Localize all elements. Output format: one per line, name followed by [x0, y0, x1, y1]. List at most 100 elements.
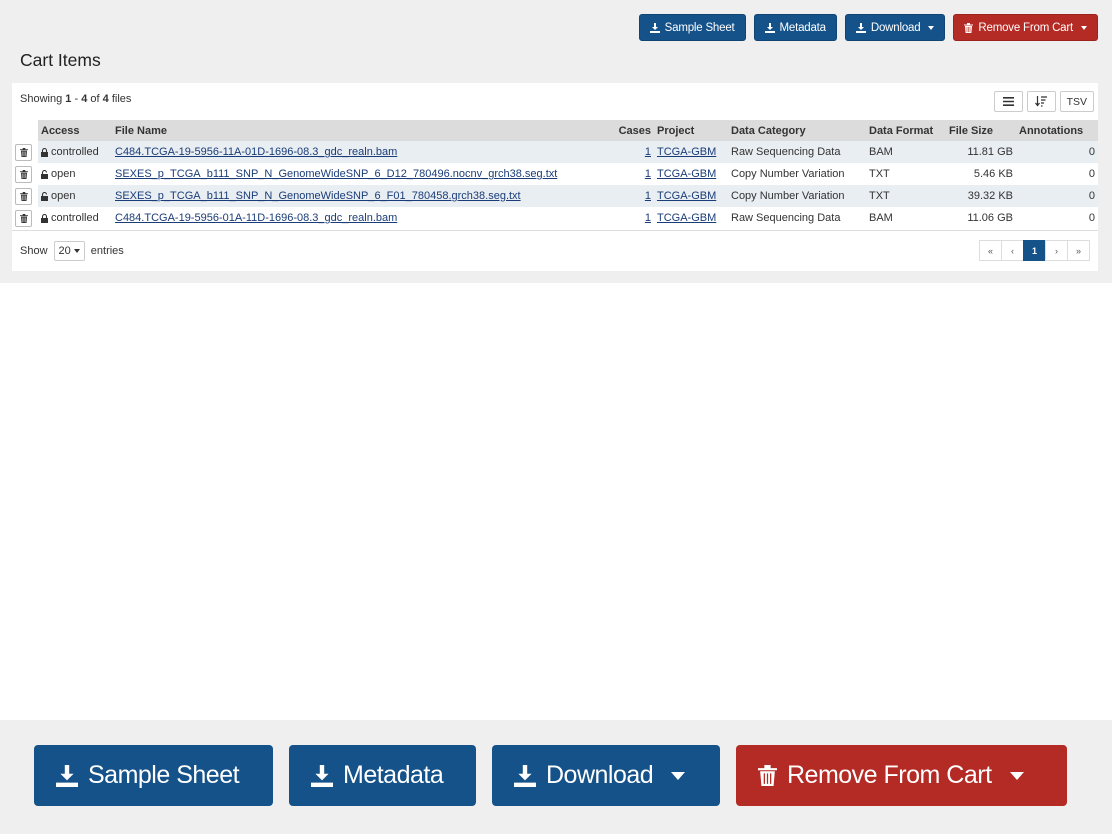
unlock-icon [41, 169, 48, 179]
caret-down-icon [1009, 771, 1024, 780]
cart-files-table: Access File Name Cases Project Data Cate… [12, 120, 1098, 229]
trash-icon [19, 147, 28, 157]
cases-link[interactable]: 1 [645, 212, 651, 224]
summary-end: 4 [81, 93, 88, 105]
summary-separator: - [74, 93, 79, 105]
data-category-cell: Raw Sequencing Data [728, 141, 866, 163]
access-value: controlled [51, 146, 99, 158]
project-link[interactable]: TCGA-GBM [657, 190, 716, 202]
last-page-button[interactable]: » [1067, 240, 1090, 261]
download-dropdown-button[interactable]: Download [492, 745, 720, 806]
access-value: open [51, 190, 76, 202]
data-category-cell: Copy Number Variation [728, 163, 866, 185]
remove-from-cart-button[interactable]: Remove From Cart [953, 14, 1098, 41]
download-icon [855, 22, 866, 33]
file-name-link[interactable]: SEXES_p_TCGA_b111_SNP_N_GenomeWideSNP_6_… [115, 190, 521, 202]
trash-icon [964, 22, 974, 33]
project-link[interactable]: TCGA-GBM [657, 146, 716, 158]
remove-file-button[interactable] [15, 187, 32, 205]
access-value: controlled [51, 212, 99, 224]
unlock-icon [41, 191, 48, 201]
remove-from-cart-label: Remove From Cart [978, 21, 1073, 34]
file-name-link[interactable]: SEXES_p_TCGA_b111_SNP_N_GenomeWideSNP_6_… [115, 168, 557, 180]
caret-down-icon [671, 771, 686, 780]
download-dropdown-button[interactable]: Download [844, 14, 946, 41]
header-cases[interactable]: Cases [615, 120, 654, 141]
sample-sheet-label: Sample Sheet [664, 21, 735, 34]
table-controls: TSV [993, 91, 1094, 112]
page-size-select[interactable]: 20 [53, 241, 85, 261]
next-page-button[interactable]: › [1045, 240, 1068, 261]
download-label: Download [870, 21, 921, 34]
download-label: Download [546, 761, 654, 789]
header-remove [12, 120, 38, 141]
metadata-button[interactable]: Metadata [753, 14, 837, 41]
header-project[interactable]: Project [654, 120, 728, 141]
cases-link[interactable]: 1 [645, 168, 651, 180]
annotations-cell: 0 [1016, 207, 1098, 229]
trash-icon [19, 169, 28, 179]
sample-sheet-button[interactable]: Sample Sheet [638, 14, 746, 41]
cart-page: Sample Sheet Metadata Download Remove Fr… [0, 0, 1112, 283]
data-format-cell: TXT [866, 185, 946, 207]
zoomed-toolbar-region: Sample Sheet Metadata Download Remove Fr… [0, 720, 1112, 834]
cases-link[interactable]: 1 [645, 190, 651, 202]
first-page-button[interactable]: « [979, 240, 1002, 261]
remove-file-button[interactable] [15, 165, 32, 183]
download-icon [764, 22, 775, 33]
column-toggle-button[interactable] [993, 91, 1023, 112]
download-icon [311, 764, 333, 787]
annotations-cell: 0 [1016, 141, 1098, 163]
data-format-cell: TXT [866, 163, 946, 185]
trash-icon [19, 213, 28, 223]
remove-file-button[interactable] [15, 143, 32, 161]
file-size-cell: 11.06 GB [946, 207, 1016, 229]
remove-file-button[interactable] [15, 209, 32, 227]
page-title: Cart Items [20, 50, 101, 70]
header-file-name[interactable]: File Name [112, 120, 616, 141]
table-row: open SEXES_p_TCGA_b111_SNP_N_GenomeWideS… [12, 163, 1098, 185]
entries-label: entries [90, 245, 124, 257]
lock-icon [41, 213, 48, 223]
show-label: Show [20, 245, 48, 257]
download-icon [649, 22, 660, 33]
pagination: « ‹ 1 › » [979, 240, 1090, 261]
table-header-row: Access File Name Cases Project Data Cate… [12, 120, 1098, 141]
data-format-cell: BAM [866, 207, 946, 229]
header-access[interactable]: Access [38, 120, 112, 141]
header-file-size[interactable]: File Size [946, 120, 1016, 141]
summary-start: 1 [65, 93, 72, 105]
caret-down-icon [73, 249, 80, 253]
access-value: open [51, 168, 76, 180]
header-data-category[interactable]: Data Category [728, 120, 866, 141]
header-data-format[interactable]: Data Format [866, 120, 946, 141]
summary-prefix: Showing [20, 93, 63, 105]
zoomed-cart-toolbar: Sample Sheet Metadata Download Remove Fr… [34, 745, 1067, 806]
prev-page-button[interactable]: ‹ [1001, 240, 1024, 261]
sample-sheet-button[interactable]: Sample Sheet [34, 745, 273, 806]
table-footer: Show 20 entries « ‹ 1 › » [12, 230, 1098, 270]
trash-icon [758, 765, 777, 786]
cases-link[interactable]: 1 [645, 146, 651, 158]
project-link[interactable]: TCGA-GBM [657, 168, 716, 180]
metadata-button[interactable]: Metadata [289, 745, 476, 806]
cart-toolbar: Sample Sheet Metadata Download Remove Fr… [638, 14, 1098, 41]
data-format-cell: BAM [866, 141, 946, 163]
file-size-cell: 5.46 KB [946, 163, 1016, 185]
caret-down-icon [928, 25, 935, 30]
file-name-link[interactable]: C484.TCGA-19-5956-11A-01D-1696-08.3_gdc_… [115, 146, 397, 158]
project-link[interactable]: TCGA-GBM [657, 212, 716, 224]
page-1-button[interactable]: 1 [1023, 240, 1046, 261]
sort-button[interactable] [1026, 91, 1056, 112]
remove-from-cart-button[interactable]: Remove From Cart [736, 745, 1067, 806]
header-annotations[interactable]: Annotations [1016, 120, 1098, 141]
trash-icon [19, 191, 28, 201]
remove-from-cart-label: Remove From Cart [787, 761, 992, 789]
results-summary: Showing 1 - 4 of 4 files [20, 93, 131, 105]
summary-suffix: files [111, 93, 132, 105]
tsv-export-button[interactable]: TSV [1059, 91, 1094, 112]
sample-sheet-label: Sample Sheet [88, 761, 240, 789]
summary-total: 4 [102, 93, 109, 105]
file-name-link[interactable]: C484.TCGA-19-5956-01A-11D-1696-08.3_gdc_… [115, 212, 397, 224]
sort-icon [1035, 96, 1048, 107]
